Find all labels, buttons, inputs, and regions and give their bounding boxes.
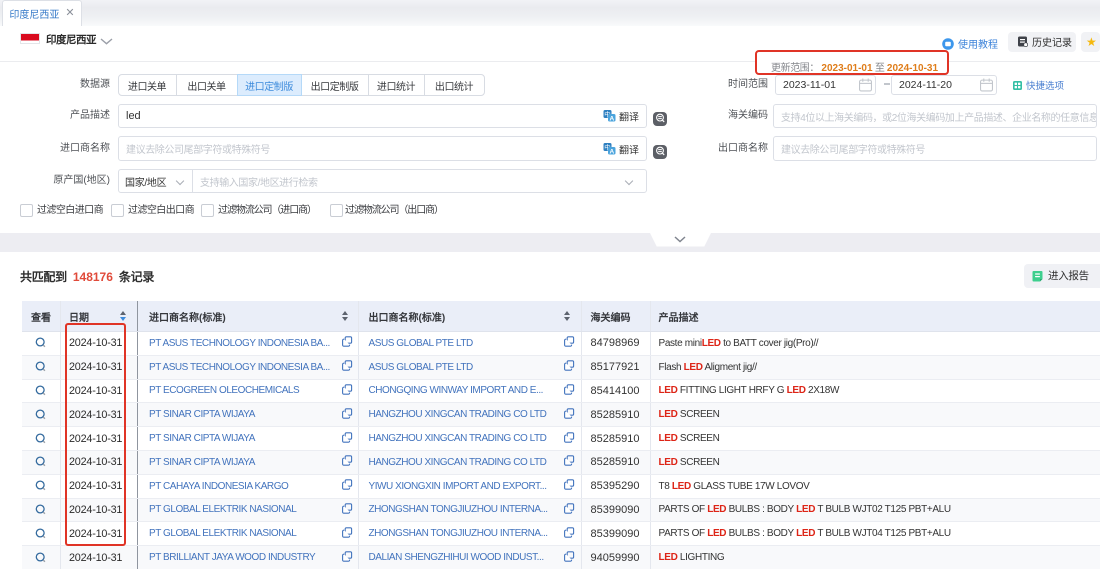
svg-text:A: A	[609, 115, 614, 122]
svg-text:A: A	[609, 148, 614, 155]
